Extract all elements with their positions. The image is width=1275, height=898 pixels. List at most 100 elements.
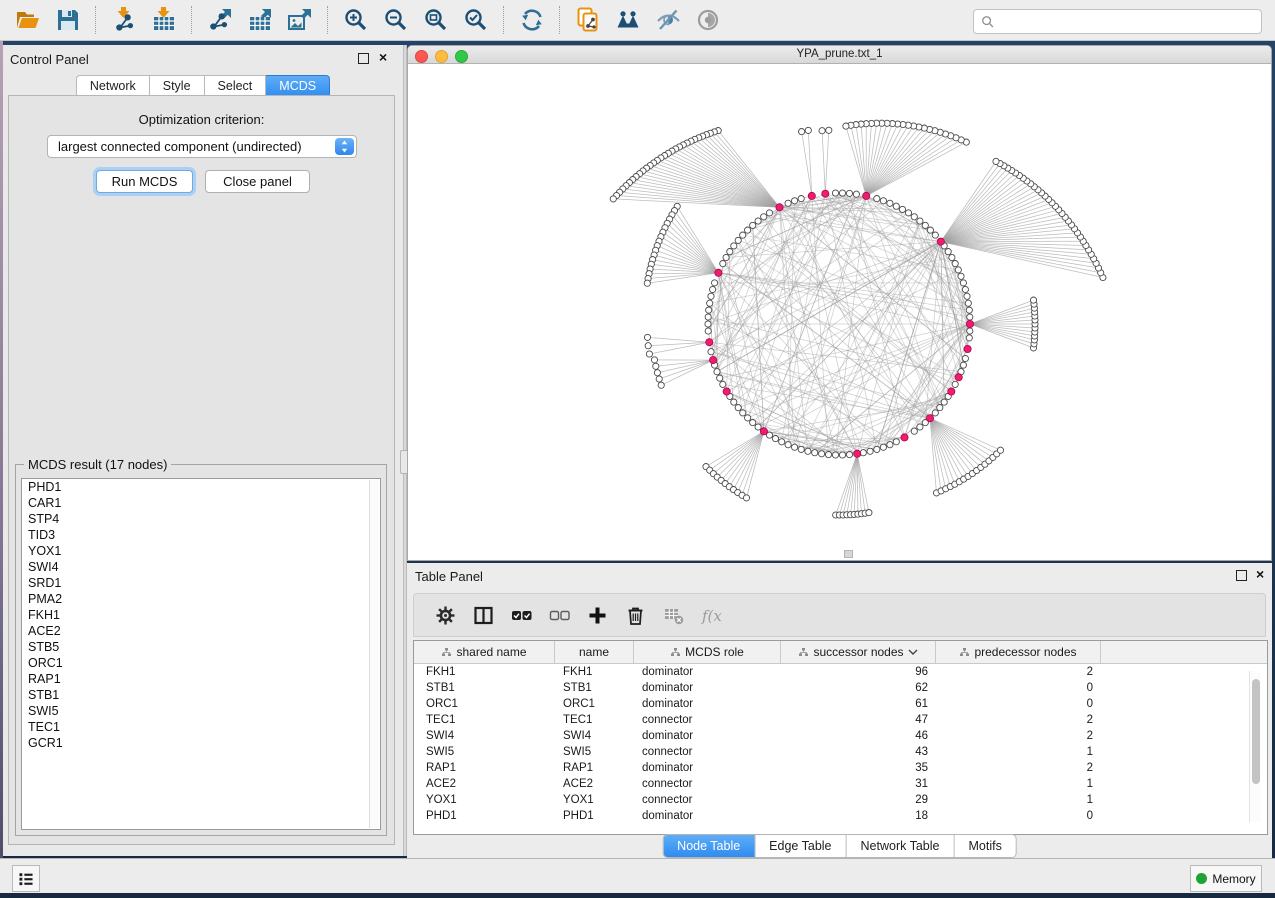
cell-predecessor-nodes[interactable]: 0	[936, 696, 1101, 712]
refresh-button[interactable]	[517, 5, 547, 35]
table-row[interactable]: TEC1TEC1connector472	[414, 712, 1267, 728]
mcds-result-item[interactable]: TEC1	[22, 719, 380, 735]
zoom-in-button[interactable]	[341, 5, 371, 35]
cell-shared-name[interactable]: YOX1	[414, 792, 555, 808]
table-row[interactable]: SWI4SWI4dominator462	[414, 728, 1267, 744]
cell-successor-nodes[interactable]: 62	[781, 680, 936, 696]
cell-successor-nodes[interactable]: 96	[781, 664, 936, 680]
cell-MCDS-role[interactable]: dominator	[634, 696, 781, 712]
close-panel-button[interactable]: Close panel	[205, 170, 310, 193]
mcds-result-item[interactable]: CAR1	[22, 495, 380, 511]
export-network-button[interactable]	[205, 5, 235, 35]
criterion-dropdown[interactable]: largest connected component (undirected)	[47, 135, 357, 158]
cell-MCDS-role[interactable]: dominator	[634, 808, 781, 824]
table-row[interactable]: PHD1PHD1dominator180	[414, 808, 1267, 824]
mcds-result-item[interactable]: STP4	[22, 511, 380, 527]
columns-button[interactable]	[468, 600, 498, 630]
delete-row-button[interactable]	[620, 600, 650, 630]
mcds-result-item[interactable]: STB1	[22, 687, 380, 703]
tab-motifs[interactable]: Motifs	[954, 835, 1015, 857]
cell-name[interactable]: TEC1	[555, 712, 634, 728]
clone-network-button[interactable]	[573, 5, 603, 35]
cell-name[interactable]: SWI5	[555, 744, 634, 760]
cell-name[interactable]: YOX1	[555, 792, 634, 808]
cell-MCDS-role[interactable]: dominator	[634, 664, 781, 680]
mcds-result-item[interactable]: YOX1	[22, 543, 380, 559]
cell-shared-name[interactable]: FKH1	[414, 664, 555, 680]
open-file-button[interactable]	[13, 5, 43, 35]
mcds-result-item[interactable]: PHD1	[22, 479, 380, 495]
cell-MCDS-role[interactable]: connector	[634, 744, 781, 760]
cell-name[interactable]: RAP1	[555, 760, 634, 776]
mcds-result-list[interactable]: PHD1CAR1STP4TID3YOX1SWI4SRD1PMA2FKH1ACE2…	[21, 478, 381, 830]
cell-predecessor-nodes[interactable]: 0	[936, 680, 1101, 696]
column-header-name[interactable]: name	[555, 641, 634, 663]
tab-network-table[interactable]: Network Table	[847, 835, 955, 857]
cell-name[interactable]: STB1	[555, 680, 634, 696]
cell-shared-name[interactable]: SWI4	[414, 728, 555, 744]
zoom-selected-button[interactable]	[461, 5, 491, 35]
float-table-panel-icon[interactable]	[1236, 570, 1247, 581]
cell-predecessor-nodes[interactable]: 2	[936, 728, 1101, 744]
cell-MCDS-role[interactable]: connector	[634, 712, 781, 728]
cell-predecessor-nodes[interactable]: 0	[936, 808, 1101, 824]
cell-shared-name[interactable]: PHD1	[414, 808, 555, 824]
cell-successor-nodes[interactable]: 31	[781, 776, 936, 792]
cell-shared-name[interactable]: TEC1	[414, 712, 555, 728]
cell-shared-name[interactable]: SWI5	[414, 744, 555, 760]
task-history-button[interactable]	[12, 865, 40, 892]
mcds-result-item[interactable]: RAP1	[22, 671, 380, 687]
cell-successor-nodes[interactable]: 61	[781, 696, 936, 712]
cell-shared-name[interactable]: STB1	[414, 680, 555, 696]
column-header-shared-name[interactable]: shared name	[414, 641, 555, 663]
find-button[interactable]	[613, 5, 643, 35]
settings-button[interactable]	[430, 600, 460, 630]
table-row[interactable]: ORC1ORC1dominator610	[414, 696, 1267, 712]
cell-successor-nodes[interactable]: 47	[781, 712, 936, 728]
cell-predecessor-nodes[interactable]: 2	[936, 712, 1101, 728]
mcds-result-item[interactable]: ACE2	[22, 623, 380, 639]
cell-MCDS-role[interactable]: dominator	[634, 760, 781, 776]
mcds-result-item[interactable]: ORC1	[22, 655, 380, 671]
run-mcds-button[interactable]: Run MCDS	[96, 170, 193, 193]
tab-node-table[interactable]: Node Table	[663, 835, 755, 857]
cell-predecessor-nodes[interactable]: 2	[936, 664, 1101, 680]
mcds-result-item[interactable]: GCR1	[22, 735, 380, 751]
column-header-MCDS-role[interactable]: MCDS role	[634, 641, 781, 663]
import-network-button[interactable]	[109, 5, 139, 35]
import-table-button[interactable]	[149, 5, 179, 35]
cell-name[interactable]: FKH1	[555, 664, 634, 680]
mcds-list-scrollbar[interactable]	[369, 480, 379, 828]
save-session-button[interactable]	[53, 5, 83, 35]
column-header-successor-nodes[interactable]: successor nodes	[781, 641, 936, 663]
cell-successor-nodes[interactable]: 18	[781, 808, 936, 824]
horizontal-splitter-grip[interactable]	[844, 550, 853, 558]
cell-shared-name[interactable]: ORC1	[414, 696, 555, 712]
cell-MCDS-role[interactable]: connector	[634, 776, 781, 792]
cell-predecessor-nodes[interactable]: 1	[936, 792, 1101, 808]
deselect-all-button[interactable]	[544, 600, 574, 630]
cell-name[interactable]: PHD1	[555, 808, 634, 824]
table-row[interactable]: ACE2ACE2connector311	[414, 776, 1267, 792]
table-row[interactable]: FKH1FKH1dominator962	[414, 664, 1267, 680]
table-scrollbar[interactable]	[1249, 671, 1261, 822]
tab-edge-table[interactable]: Edge Table	[755, 835, 846, 857]
close-table-panel-icon[interactable]: ×	[1256, 569, 1264, 579]
cell-shared-name[interactable]: RAP1	[414, 760, 555, 776]
export-table-button[interactable]	[245, 5, 275, 35]
column-header-predecessor-nodes[interactable]: predecessor nodes	[936, 641, 1101, 663]
memory-button[interactable]: Memory	[1190, 865, 1262, 892]
minimize-window-icon[interactable]	[435, 50, 448, 63]
network-graph[interactable]	[408, 64, 1271, 560]
node-table[interactable]: shared namenameMCDS rolesuccessor nodesp…	[413, 640, 1268, 835]
cell-successor-nodes[interactable]: 43	[781, 744, 936, 760]
export-image-button[interactable]	[285, 5, 315, 35]
mcds-result-item[interactable]: FKH1	[22, 607, 380, 623]
cell-MCDS-role[interactable]: connector	[634, 792, 781, 808]
mcds-result-item[interactable]: SRD1	[22, 575, 380, 591]
cell-name[interactable]: ACE2	[555, 776, 634, 792]
cell-name[interactable]: SWI4	[555, 728, 634, 744]
table-row[interactable]: RAP1RAP1dominator352	[414, 760, 1267, 776]
zoom-out-button[interactable]	[381, 5, 411, 35]
cell-successor-nodes[interactable]: 29	[781, 792, 936, 808]
